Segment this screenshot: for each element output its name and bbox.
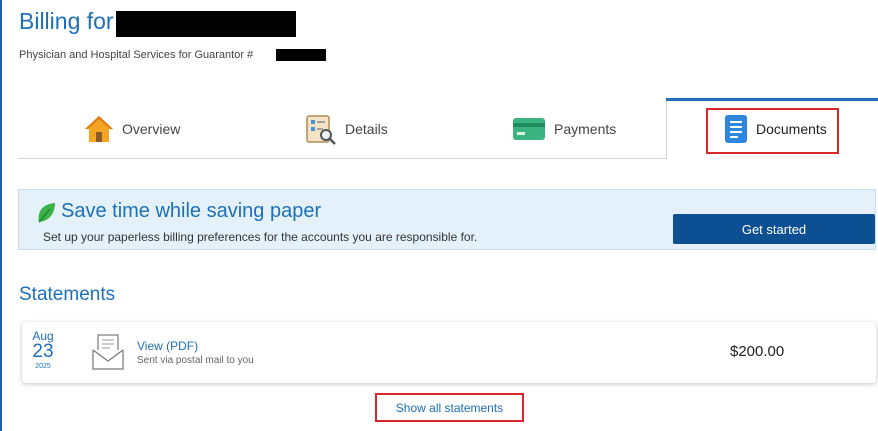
banner-description: Set up your paperless billing preference… — [43, 230, 478, 244]
statement-amount: $200.00 — [730, 343, 785, 360]
active-tab-indicator — [666, 98, 878, 101]
page-subtitle: Physician and Hospital Services for Guar… — [19, 49, 254, 61]
tab-overview-label: Overview — [122, 121, 181, 137]
magnifier-document-icon — [305, 113, 337, 145]
house-icon — [84, 114, 114, 144]
tab-details[interactable]: Details — [305, 112, 388, 146]
page-title: Billing for — [19, 8, 114, 34]
leaf-icon — [36, 202, 56, 229]
redacted-name — [116, 11, 296, 37]
paperless-banner: Save time while saving paper Set up your… — [18, 189, 876, 250]
tab-payments[interactable]: Payments — [512, 112, 616, 146]
tab-payments-label: Payments — [554, 121, 617, 137]
statement-note: Sent via postal mail to you — [137, 355, 254, 366]
statement-day: 23 — [32, 341, 54, 362]
tab-details-label: Details — [345, 121, 388, 137]
show-all-statements-link[interactable]: Show all statements — [375, 393, 524, 422]
tab-overview[interactable]: Overview — [84, 112, 180, 146]
documents-tab-highlight — [706, 108, 839, 154]
banner-headline: Save time while saving paper — [61, 200, 322, 222]
tab-divider — [18, 158, 666, 159]
get-started-button[interactable]: Get started — [673, 214, 875, 244]
statement-year: 2025 — [35, 363, 51, 370]
view-pdf-link[interactable]: View (PDF) — [137, 339, 198, 353]
redacted-guarantor-number — [276, 49, 326, 61]
statement-card: Aug 23 2025 View (PDF) Sent via postal m… — [22, 322, 876, 383]
envelope-icon — [92, 334, 124, 375]
statements-title: Statements — [19, 284, 116, 305]
statement-date: Aug 23 2025 — [28, 330, 58, 371]
tab-divider-vertical — [666, 98, 667, 159]
credit-card-icon — [512, 116, 546, 142]
